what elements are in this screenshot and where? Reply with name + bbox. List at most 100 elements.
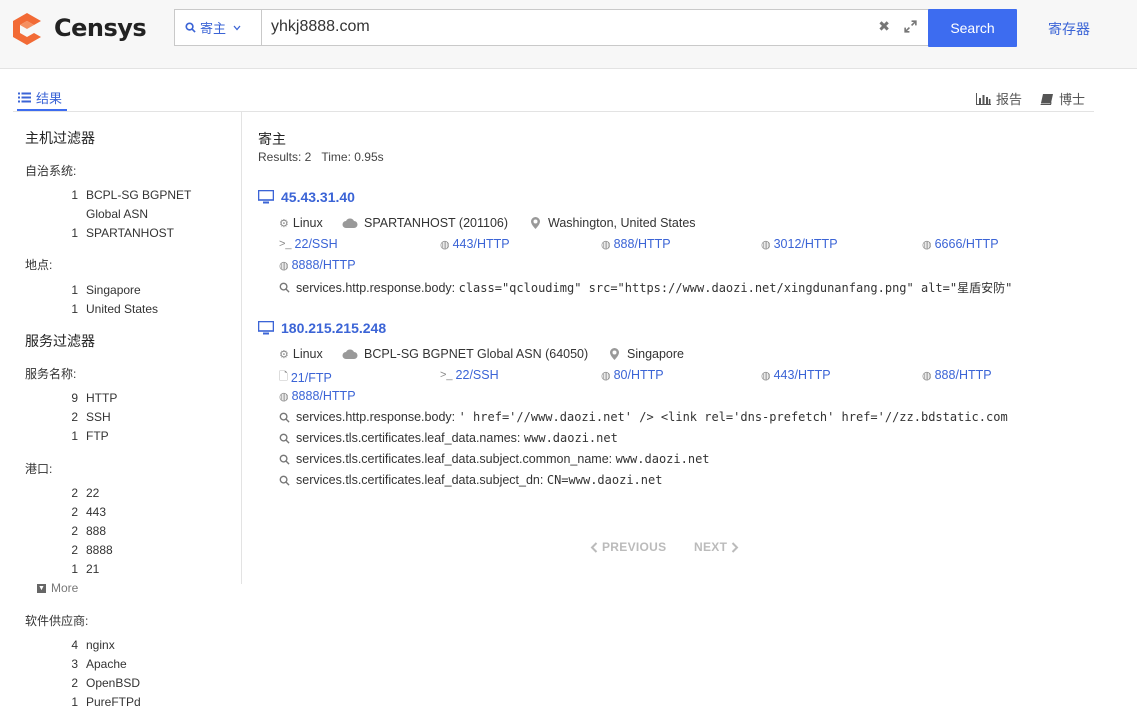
bar-chart-icon xyxy=(976,92,991,105)
host-asn: SPARTANHOST (201106) xyxy=(342,216,508,230)
globe-icon: ◍ xyxy=(601,238,611,251)
book-icon xyxy=(1040,93,1053,105)
match-value: class="qcloudimg" src="https://www.daozi… xyxy=(458,281,1013,295)
clear-icon[interactable]: ✖ xyxy=(878,18,890,35)
filter-count: 3 xyxy=(71,657,78,671)
service-link[interactable]: ◍ 8888/HTTP xyxy=(279,389,356,403)
search-icon xyxy=(279,412,290,423)
cloud-icon xyxy=(342,349,358,359)
previous-page-button[interactable]: PREVIOUS xyxy=(590,540,666,554)
report-link[interactable]: 报告 xyxy=(976,89,1022,108)
filter-count: 2 xyxy=(71,486,78,500)
match-line: services.tls.certificates.leaf_data.name… xyxy=(279,431,618,445)
report-label: 报告 xyxy=(996,92,1023,107)
host-ip-link[interactable]: 45.43.31.40 xyxy=(258,189,355,205)
service-label: 6666/HTTP xyxy=(934,237,999,251)
search-input[interactable]: yhkj8888.com xyxy=(271,18,370,36)
terminal-icon: >_ xyxy=(279,238,292,250)
top-header: Censys 寄主 yhkj8888.com ✖ Search 寄存器 xyxy=(0,0,1137,69)
host-os: ⚙ Linux xyxy=(279,347,323,361)
expand-icon[interactable] xyxy=(903,19,918,34)
match-field: services.http.response.body: xyxy=(296,410,456,424)
censys-logo-icon[interactable] xyxy=(10,10,44,48)
gear-icon: ⚙ xyxy=(279,348,289,361)
service-link[interactable]: ◍ 888/HTTP xyxy=(601,237,671,251)
search-bar: 寄主 yhkj8888.com ✖ xyxy=(174,9,929,46)
service-link[interactable]: >_ 22/SSH xyxy=(279,237,338,251)
filter-label: SSH xyxy=(86,410,111,424)
service-link[interactable]: 🗋 21/FTP xyxy=(279,368,332,387)
filter-label: Apache xyxy=(86,657,127,671)
match-line: services.tls.certificates.leaf_data.subj… xyxy=(279,452,710,466)
storage-link[interactable]: 寄存器 xyxy=(1048,19,1090,39)
search-icon xyxy=(279,454,290,465)
service-label: 443/HTTP xyxy=(452,237,510,251)
host-ip-label: 45.43.31.40 xyxy=(281,189,355,205)
service-label: 888/HTTP xyxy=(934,368,992,382)
match-line: services.tls.certificates.leaf_data.subj… xyxy=(279,473,662,487)
host-ip-link[interactable]: 180.215.215.248 xyxy=(258,320,386,336)
search-scope-label: 寄主 xyxy=(200,21,227,36)
service-link[interactable]: ◍ 443/HTTP xyxy=(761,368,831,382)
globe-icon: ◍ xyxy=(922,238,932,251)
tabs-divider xyxy=(13,111,1094,112)
sidebar-divider xyxy=(241,112,242,584)
filter-count: 4 xyxy=(71,638,78,652)
search-icon xyxy=(279,282,290,293)
file-icon: 🗋 xyxy=(279,371,288,383)
host-asn-label: BCPL-SG BGPNET Global ASN (64050) xyxy=(364,347,589,361)
more-ports-toggle[interactable]: ▼ More xyxy=(37,581,78,595)
filter-label: PureFTPd xyxy=(86,695,141,709)
globe-icon: ◍ xyxy=(761,369,771,382)
filter-count: 2 xyxy=(71,524,78,538)
search-scope-dropdown[interactable]: 寄主 xyxy=(175,10,262,45)
globe-icon: ◍ xyxy=(279,390,289,403)
filter-count: 2 xyxy=(71,410,78,424)
tab-results[interactable]: 结果 xyxy=(18,88,62,107)
service-filters-title: 服务过滤器 xyxy=(25,333,95,349)
match-field: services.http.response.body: xyxy=(296,281,456,295)
match-field: services.tls.certificates.leaf_data.subj… xyxy=(296,473,544,487)
service-link[interactable]: >_ 22/SSH xyxy=(440,368,499,382)
host-os-label: Linux xyxy=(292,347,323,361)
match-value: www.daozi.net xyxy=(615,452,710,466)
cloud-icon xyxy=(342,218,358,228)
service-label: 888/HTTP xyxy=(613,237,671,251)
service-link[interactable]: ◍ 80/HTTP xyxy=(601,368,664,382)
filter-count: 2 xyxy=(71,676,78,690)
docs-link[interactable]: 博士 xyxy=(1040,89,1085,108)
results-count: Results: 2 xyxy=(258,150,312,164)
filter-label: 888 xyxy=(86,524,107,538)
service-label: 22/SSH xyxy=(455,368,499,382)
filter-label: 21 xyxy=(86,562,100,576)
chevron-left-icon xyxy=(590,541,598,553)
brand-name[interactable]: Censys xyxy=(54,14,147,42)
service-label: 22/SSH xyxy=(294,237,338,251)
chevron-down-icon xyxy=(233,25,241,30)
filter-label: SPARTANHOST xyxy=(86,226,175,240)
docs-label: 博士 xyxy=(1059,92,1086,107)
service-link[interactable]: ◍ 443/HTTP xyxy=(440,237,510,251)
service-link[interactable]: ◍ 888/HTTP xyxy=(922,368,992,382)
filter-label: HTTP xyxy=(86,391,118,405)
monitor-icon xyxy=(258,190,274,204)
match-field: services.tls.certificates.leaf_data.name… xyxy=(296,431,521,445)
service-link[interactable]: ◍ 6666/HTTP xyxy=(922,237,999,251)
match-value: CN=www.daozi.net xyxy=(546,473,663,487)
next-page-button[interactable]: NEXT xyxy=(694,540,739,554)
service-link[interactable]: ◍ 8888/HTTP xyxy=(279,258,356,272)
vendor-filter-label: 软件供应商: xyxy=(25,614,89,628)
filter-count: 1 xyxy=(71,695,78,709)
terminal-icon: >_ xyxy=(440,369,453,381)
filter-label: 443 xyxy=(86,505,107,519)
service-link[interactable]: ◍ 3012/HTTP xyxy=(761,237,838,251)
as-filter-label: 自治系统: xyxy=(25,164,77,178)
host-location: Washington, United States xyxy=(531,216,696,230)
filter-label: BCPL-SG BGPNET Global ASN xyxy=(86,188,192,221)
search-icon xyxy=(185,22,196,33)
filter-label: Singapore xyxy=(86,283,141,297)
location-pin-icon xyxy=(531,217,540,229)
match-field: services.tls.certificates.leaf_data.subj… xyxy=(296,452,613,466)
search-button[interactable]: Search xyxy=(928,9,1017,47)
service-label: 8888/HTTP xyxy=(291,389,356,403)
